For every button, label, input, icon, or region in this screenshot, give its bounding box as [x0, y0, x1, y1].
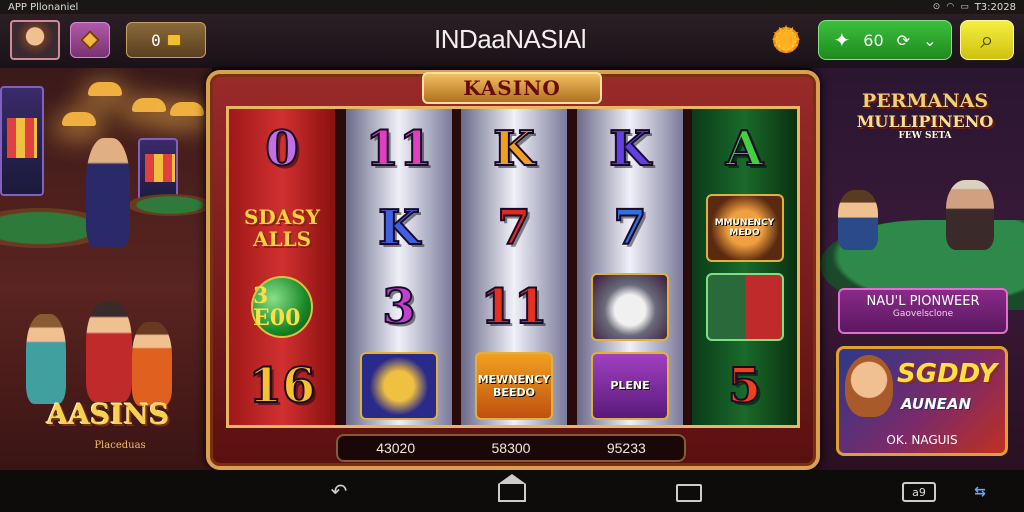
husky-symbol — [591, 272, 669, 341]
promo-banner[interactable]: PERMANAS MULLIPINENO FEW SETA — [840, 90, 1010, 170]
battery-icon: ▭ — [960, 2, 969, 12]
wifi-icon: ◠ — [946, 2, 955, 12]
reel-symbol: 11 — [480, 278, 549, 336]
reel-symbol: 0 — [264, 120, 299, 178]
dog-symbol: MMUNENCY MEDO — [705, 193, 784, 262]
reel-symbol: A — [725, 120, 764, 178]
feature-footer: OK. NAGUIS — [886, 433, 958, 447]
status-app-label: APP Pllonaniel — [8, 1, 79, 13]
reel-symbol: 7 — [612, 199, 647, 257]
player-figure — [26, 314, 66, 404]
screen-rotate-icon[interactable]: ⇆ — [958, 482, 1002, 502]
brand-subtitle: Placeduas — [94, 440, 146, 451]
reel-2[interactable]: 11 K 3 — [346, 109, 452, 425]
promo-line-2: MULLIPINENO — [856, 112, 994, 131]
brand-logo: AASINS — [46, 398, 170, 431]
reel-4[interactable]: K 7 PLENE — [577, 109, 683, 425]
reel-symbol: MEWNENCY BEEDO — [461, 346, 567, 425]
character-symbol: PLENE — [591, 351, 669, 420]
balance-value: 60 — [863, 30, 884, 50]
reel-symbol: 16 — [248, 357, 317, 415]
reel-3[interactable]: K 7 11 MEWNENCY BEEDO — [461, 109, 567, 425]
reel-symbol: 3 E00 — [229, 267, 335, 346]
bet-value-2[interactable]: 58300 — [492, 440, 531, 456]
dealer-figure — [86, 138, 130, 248]
player-figure — [946, 180, 994, 250]
promo-line-1: PERMANAS — [861, 90, 989, 112]
search-button[interactable]: ⌕ — [960, 20, 1014, 60]
player-figure — [86, 302, 132, 402]
info-card[interactable]: NAU'L PIONWEER Gaovelsclone — [838, 288, 1008, 334]
back-icon[interactable]: ↶ — [324, 479, 354, 503]
reel-symbol: 3 — [381, 278, 416, 336]
reel-symbol: SDASY ALLS — [243, 204, 321, 251]
info-card-title: NAU'L PIONWEER — [866, 294, 980, 309]
background-slot-machine — [0, 86, 44, 196]
ceiling-lamp — [62, 112, 96, 126]
reel-symbol: K — [377, 199, 421, 257]
sun-icon[interactable] — [768, 22, 804, 58]
ceiling-lamp — [132, 98, 166, 112]
refresh-icon: ⟳ — [896, 30, 911, 50]
shield-badge-symbol — [360, 351, 438, 420]
wallet-button[interactable]: 0 — [126, 22, 206, 58]
couple-symbol — [705, 272, 784, 341]
bet-strip: 43020 58300 95233 — [336, 434, 686, 462]
status-time: T3:2028 — [974, 1, 1016, 13]
feature-title: SGDDY — [897, 359, 998, 389]
coin-icon — [166, 34, 181, 46]
bet-value-3[interactable]: 95233 — [607, 440, 646, 456]
reel-symbol: 5 — [727, 357, 762, 415]
player-figure — [132, 322, 172, 406]
poker-table — [128, 194, 212, 216]
hamster-symbol: MEWNENCY BEEDO — [475, 351, 553, 420]
chevron-down-icon: ⌄ — [923, 30, 937, 50]
recent-apps-icon[interactable] — [676, 484, 702, 502]
gem-icon — [80, 30, 100, 50]
feature-game-card[interactable]: SGDDY AUNEAN OK. NAGUIS — [836, 346, 1008, 456]
reel-symbol: K — [608, 120, 652, 178]
reel-symbol — [346, 346, 452, 425]
slot-header-plate: KASINO — [422, 72, 602, 104]
alarm-icon: ⊙ — [932, 2, 941, 12]
gem-button[interactable] — [70, 22, 110, 58]
bet-value-1[interactable]: 43020 — [376, 440, 415, 456]
reel-symbol: MMUNENCY MEDO — [692, 188, 797, 267]
player-avatar[interactable] — [10, 20, 60, 60]
slot-header: KASINO — [463, 76, 561, 100]
character-portrait — [845, 355, 893, 417]
reel-symbol — [577, 267, 683, 346]
top-bar: 0 INDaaNASIAl ✦ 60 ⟳ ⌄ ⌕ — [0, 14, 1024, 68]
search-icon: ⌕ — [980, 26, 994, 54]
feature-subtitle: AUNEAN — [901, 395, 972, 413]
wallet-value: 0 — [151, 30, 161, 50]
reel-1[interactable]: 0 SDASY ALLS 3 E00 16 — [229, 109, 335, 425]
player-figure — [838, 190, 878, 250]
reel-symbol — [692, 267, 797, 346]
navigation-bar: ↶ a9 ⇆ — [0, 470, 1024, 512]
promo-line-3: FEW SETA — [898, 131, 952, 141]
reel-symbol: 11 — [365, 120, 434, 178]
info-card-subtitle: Gaovelsclone — [892, 309, 954, 319]
star-icon: ✦ — [833, 28, 851, 52]
balance-button[interactable]: ✦ 60 ⟳ ⌄ — [818, 20, 952, 60]
app-title: INDaaNASIAl — [434, 24, 587, 54]
bonus-ball: 3 E00 — [251, 275, 313, 338]
keyboard-icon[interactable]: a9 — [902, 482, 936, 502]
ceiling-lamp — [88, 82, 122, 96]
reel-symbol: PLENE — [577, 346, 683, 425]
ceiling-lamp — [170, 102, 204, 116]
status-bar: APP Pllonaniel ⊙ ◠ ▭ T3:2028 — [0, 0, 1024, 14]
reel-5[interactable]: A MMUNENCY MEDO 5 — [692, 109, 797, 425]
reel-symbol: 7 — [496, 199, 531, 257]
home-icon[interactable] — [498, 474, 526, 502]
reel-symbol: K — [492, 120, 536, 178]
left-casino-scene: AASINS Placeduas — [0, 68, 212, 470]
